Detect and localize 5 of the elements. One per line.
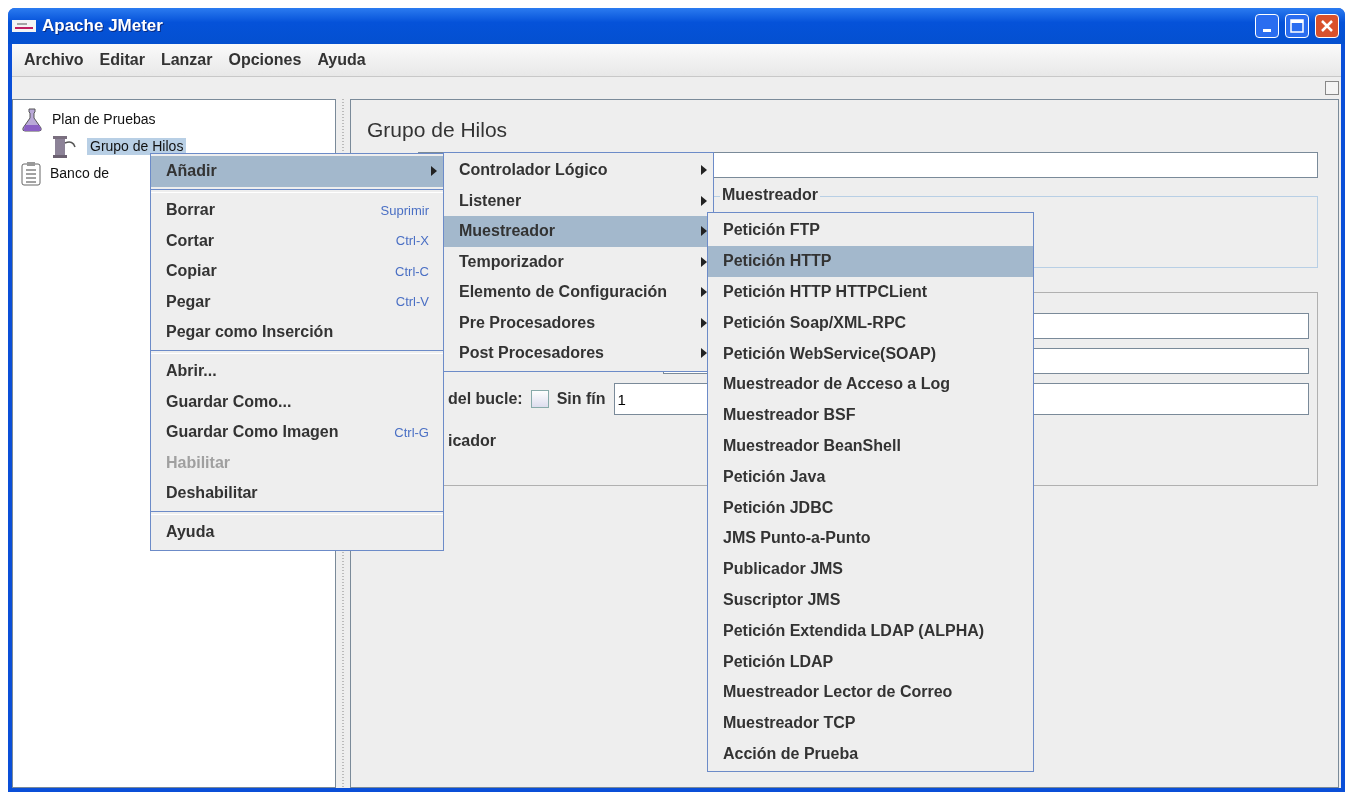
field-label: del bucle: [448,390,523,408]
panel-title: Grupo de Hilos [367,118,509,142]
field-label: icador [448,432,496,450]
checkbox-label: Sin fín [556,390,606,408]
window-title: Apache JMeter [42,16,164,36]
